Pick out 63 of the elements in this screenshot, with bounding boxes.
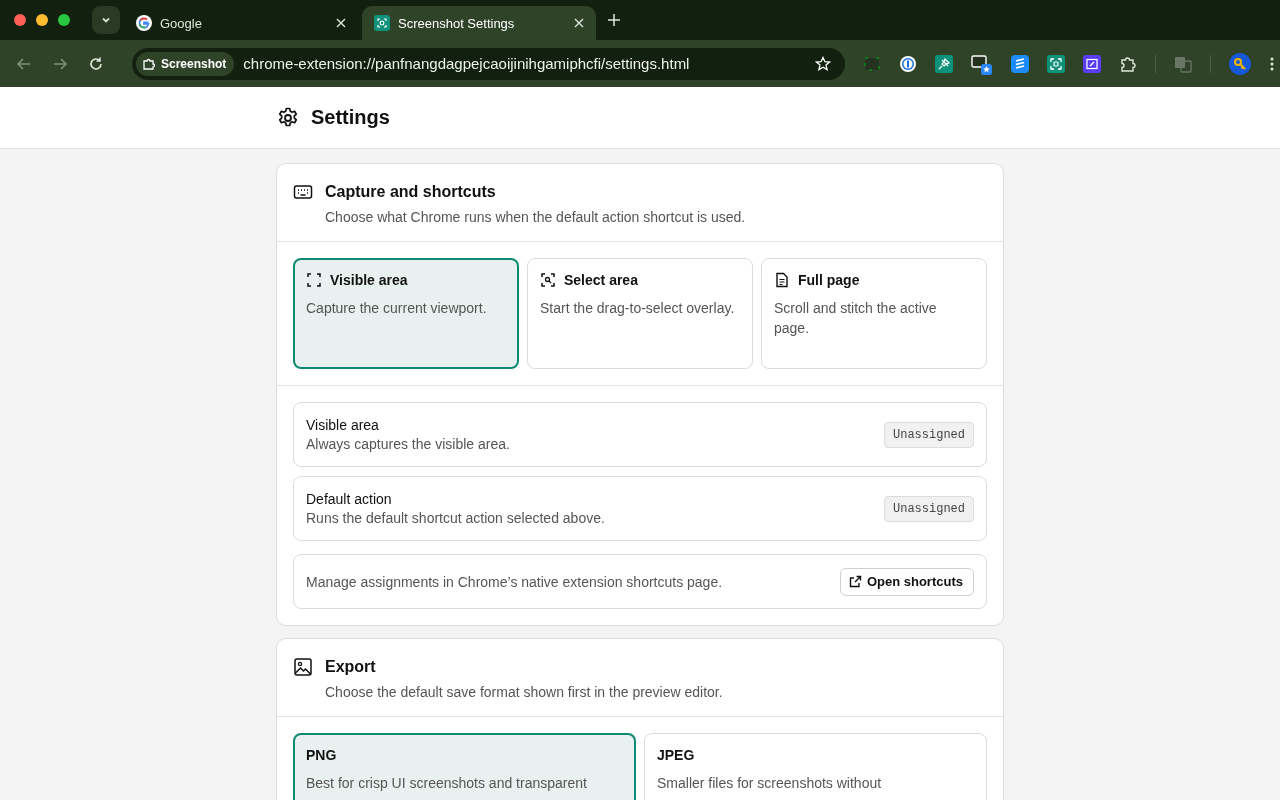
section-title: Export bbox=[325, 658, 376, 676]
option-title: Visible area bbox=[330, 272, 408, 288]
shortcut-key: Unassigned bbox=[884, 495, 974, 522]
browser-tab[interactable]: Google bbox=[124, 6, 358, 40]
option-description: Scroll and stitch the active page. bbox=[774, 299, 938, 338]
keyhole-icon[interactable] bbox=[899, 54, 917, 73]
select-area-icon bbox=[540, 272, 556, 288]
menu-icon[interactable] bbox=[1269, 55, 1275, 72]
forward-icon[interactable] bbox=[52, 55, 68, 72]
reload-icon[interactable] bbox=[88, 55, 104, 72]
option-title: Select area bbox=[564, 272, 638, 288]
close-tab-icon[interactable] bbox=[574, 18, 584, 28]
option-title: PNG bbox=[306, 747, 337, 763]
address-bar[interactable]: Screenshot chrome-extension://panfnangdagpejcaoijinihgamiphcfi/settings.html bbox=[132, 47, 845, 80]
document-icon bbox=[774, 272, 790, 288]
new-tab-icon[interactable] bbox=[608, 14, 620, 26]
tab-search-button[interactable] bbox=[92, 6, 120, 34]
pin-icon[interactable] bbox=[935, 54, 953, 73]
maximize-window-button[interactable] bbox=[58, 14, 70, 26]
resize-icon[interactable] bbox=[1083, 54, 1101, 73]
option-description: Smaller files for screenshots without bbox=[657, 774, 883, 793]
open-shortcuts-button[interactable]: Open shortcuts bbox=[839, 567, 974, 596]
manage-text: Manage assignments in Chrome’s native extension shortcuts page. bbox=[306, 573, 723, 590]
option-card[interactable]: PNG Best for crisp UI screenshots and transparent bbox=[293, 733, 636, 800]
option-title: Full page bbox=[798, 272, 860, 288]
section-title: Capture and shortcuts bbox=[325, 183, 496, 201]
option-description: Best for crisp UI screenshots and transparent bbox=[306, 774, 588, 793]
option-description: Capture the current viewport. bbox=[306, 299, 488, 318]
viewport-corners-icon bbox=[306, 272, 322, 288]
close-window-button[interactable] bbox=[14, 14, 26, 26]
option-card[interactable]: Select area Start the drag-to-select overlay. bbox=[527, 258, 753, 369]
stack-icon[interactable] bbox=[1011, 54, 1029, 73]
browser-tab[interactable]: Screenshot Settings bbox=[362, 6, 596, 40]
shortcut-key: Unassigned bbox=[884, 421, 974, 448]
extension-chip[interactable]: Screenshot bbox=[136, 51, 235, 76]
shortcut-name: Visible area bbox=[306, 417, 380, 433]
capture-frame-icon[interactable] bbox=[863, 54, 881, 73]
option-card[interactable]: Visible area Capture the current viewport. bbox=[293, 258, 519, 369]
screenshot-app-icon[interactable] bbox=[1047, 54, 1065, 73]
option-description: Start the drag-to-select overlay. bbox=[540, 299, 736, 318]
minimize-window-button[interactable] bbox=[36, 14, 48, 26]
option-title: JPEG bbox=[657, 747, 695, 763]
url-text: chrome-extension://panfnangdagpejcaoijinihgamiphcfi/settings.html bbox=[243, 55, 691, 72]
shortcut-description: Runs the default shortcut action selected above. bbox=[306, 510, 605, 526]
option-card[interactable]: Full page Scroll and stitch the active page. bbox=[761, 258, 987, 369]
shortcut-name: Default action bbox=[306, 491, 393, 507]
extensions-icon[interactable] bbox=[1119, 54, 1137, 73]
option-card[interactable]: JPEG Smaller files for screenshots without bbox=[644, 733, 987, 800]
image-icon bbox=[293, 657, 313, 677]
shortcut-description: Always captures the visible area. bbox=[306, 436, 510, 452]
keyboard-icon bbox=[293, 182, 313, 202]
google-logo-icon bbox=[136, 15, 152, 31]
page-title: Settings bbox=[311, 106, 390, 129]
close-tab-icon[interactable] bbox=[336, 18, 346, 28]
back-icon[interactable] bbox=[16, 55, 32, 72]
screenshot-app-icon bbox=[374, 15, 390, 31]
bookmark-star-icon[interactable] bbox=[815, 55, 831, 72]
profile-avatar-icon[interactable] bbox=[1229, 52, 1251, 75]
external-link-icon bbox=[848, 575, 862, 588]
section-description: Choose the default save format shown first in the preview editor. bbox=[325, 684, 724, 700]
window-star-icon[interactable] bbox=[971, 52, 993, 75]
puzzle-icon bbox=[142, 56, 156, 71]
section-description: Choose what Chrome runs when the default action shortcut is used. bbox=[325, 209, 747, 225]
